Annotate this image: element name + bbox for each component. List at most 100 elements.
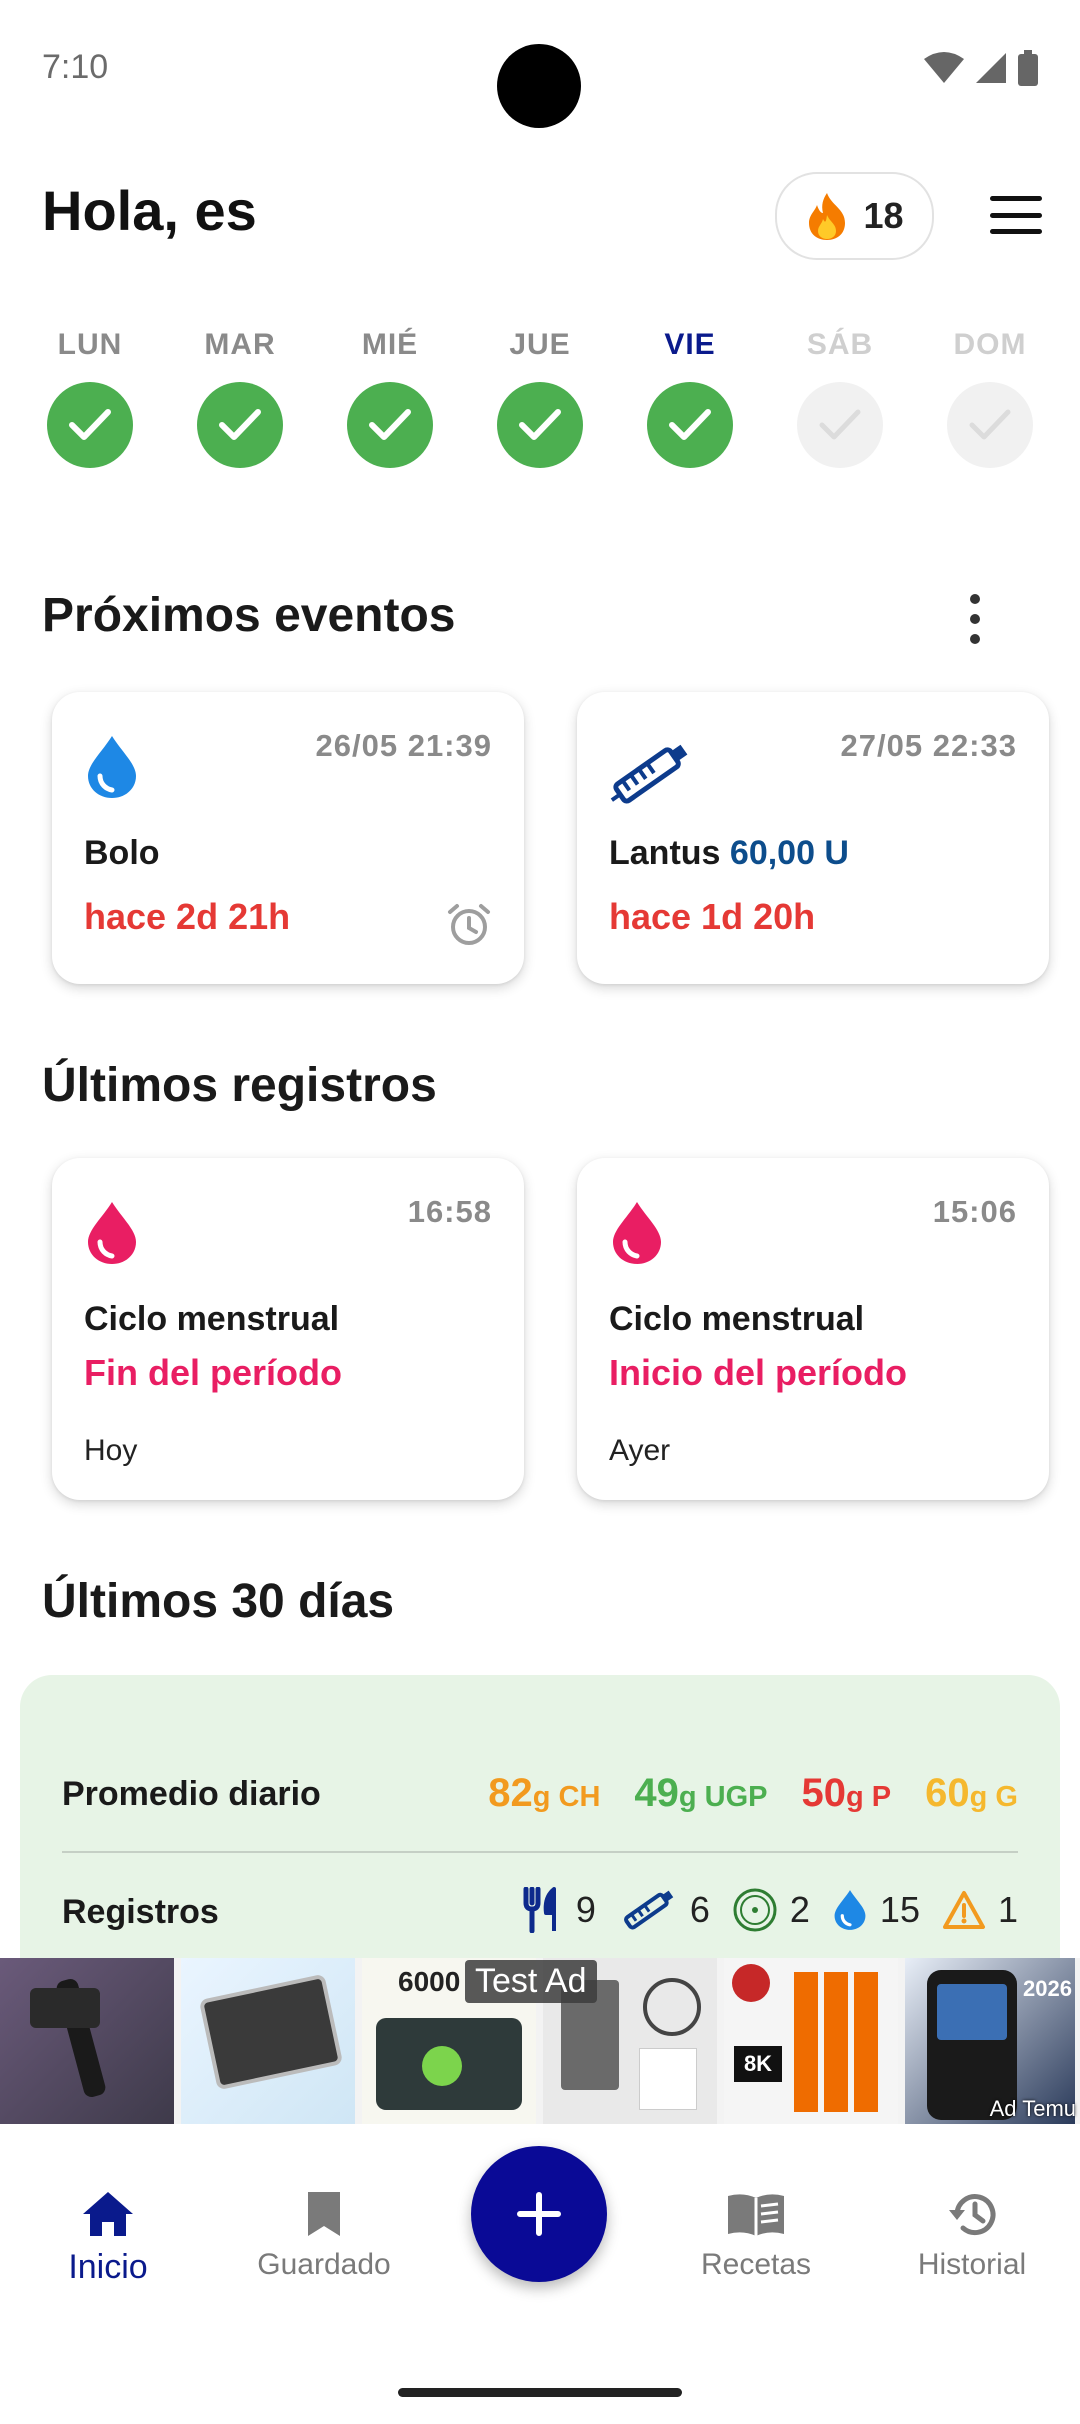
records-glucose: 15 (832, 1888, 920, 1932)
water-drop-icon (84, 734, 140, 805)
nav-label: Inicio (68, 2248, 148, 2286)
section-title-stats: Últimos 30 días (42, 1575, 395, 1628)
event-title: Lantus (609, 834, 721, 872)
record-time: 15:06 (932, 1194, 1017, 1229)
fire-icon (809, 193, 846, 240)
avg-protein: 50g P (801, 1771, 892, 1815)
status-icons (924, 50, 1038, 86)
daily-average: 82g CH 49g UGP 50g P 60g G (488, 1771, 1018, 1816)
records-counts: 9 6 2 15 1 (522, 1887, 1018, 1933)
record-subtitle: Fin del período (84, 1352, 342, 1393)
add-button[interactable] (471, 2146, 607, 2282)
record-day: Hoy (84, 1434, 138, 1467)
record-time: 16:58 (407, 1194, 492, 1229)
check-icon (497, 382, 583, 468)
day-thu[interactable]: JUE (465, 328, 615, 468)
record-title: Ciclo menstrual (609, 1300, 865, 1338)
event-relative-time: hace 2d 21h (84, 896, 291, 937)
camera-cutout (497, 44, 581, 128)
day-label: MIÉ (361, 328, 419, 361)
home-indicator[interactable] (398, 2388, 682, 2397)
avg-ugp: 49g UGP (634, 1771, 768, 1815)
nav-label: Historial (917, 2248, 1027, 2281)
avg-fat: 60g G (925, 1771, 1018, 1815)
records-meals: 9 (522, 1887, 596, 1933)
ad-product-tablet (181, 1958, 355, 2124)
week-streak: LUN MAR MIÉ JUE VIE SÁB DOM (15, 328, 1065, 468)
battery-icon (1018, 50, 1038, 86)
event-dose: 60,00 U (729, 834, 849, 872)
check-icon (47, 382, 133, 468)
record-subtitle: Inicio del período (609, 1352, 908, 1393)
ad-brand: Ad Temu (989, 2096, 1076, 2121)
greeting-title: Hola, es (42, 179, 257, 242)
day-label: JUE (509, 328, 571, 361)
wifi-icon (924, 52, 964, 83)
event-time: 27/05 22:33 (840, 728, 1017, 763)
nav-item-historial[interactable]: Historial (864, 2190, 1080, 2282)
alarm-icon[interactable] (446, 902, 492, 948)
event-time: 26/05 21:39 (315, 728, 492, 763)
book-icon (728, 2194, 784, 2236)
nav-item-inicio[interactable]: Inicio (0, 2190, 216, 2287)
streak-count: 18 (863, 195, 904, 236)
sensor-icon (733, 1888, 777, 1932)
day-label: MAR (204, 328, 276, 361)
plus-icon (517, 2192, 561, 2236)
water-drop-icon (834, 1890, 866, 1930)
ad-product-gimbal (0, 1958, 174, 2124)
records-insulin: 6 (618, 1887, 710, 1933)
records-sensor: 2 (732, 1887, 810, 1933)
day-label: LUN (57, 328, 123, 361)
menstrual-drop-icon (609, 1200, 665, 1271)
menu-icon[interactable] (990, 196, 1042, 234)
day-label: VIE (664, 328, 716, 361)
day-wed[interactable]: MIÉ (315, 328, 465, 468)
record-day: Ayer (609, 1434, 671, 1467)
signal-icon (976, 53, 1006, 83)
nav-label: Recetas (700, 2248, 812, 2281)
upcoming-card-bolo[interactable]: 26/05 21:39 Bolo hace 2d 21h (52, 692, 524, 984)
event-title-row: Lantus 60,00 U (609, 834, 849, 873)
home-icon (83, 2192, 133, 2236)
nav-item-guardado[interactable]: Guardado (216, 2190, 432, 2282)
check-icon (947, 382, 1033, 468)
latest-card-1[interactable]: 16:58 Ciclo menstrual Fin del período Ho… (52, 1158, 524, 1500)
latest-card-2[interactable]: 15:06 Ciclo menstrual Inicio del período… (577, 1158, 1049, 1500)
records-alerts: 1 (942, 1889, 1018, 1931)
check-icon (347, 382, 433, 468)
streak-badge[interactable]: 18 (775, 172, 934, 260)
event-title: Bolo (84, 834, 160, 872)
nav-label: Guardado (257, 2248, 391, 2281)
insulin-pen-icon (609, 734, 695, 815)
warning-icon (942, 1891, 985, 1929)
records-label: Registros (62, 1893, 219, 1931)
day-sun[interactable]: DOM (915, 328, 1065, 468)
avg-label: Promedio diario (62, 1775, 321, 1813)
nav-item-recetas[interactable]: Recetas (648, 2190, 864, 2282)
divider (62, 1851, 1018, 1853)
check-icon (197, 382, 283, 468)
day-fri[interactable]: VIE (615, 328, 765, 468)
stats-card[interactable]: Promedio diario 82g CH 49g UGP 50g P 60g… (20, 1675, 1060, 1995)
menstrual-drop-icon (84, 1200, 140, 1271)
upcoming-card-lantus[interactable]: 27/05 22:33 Lantus 60,00 U hace 1d 20h (577, 692, 1049, 984)
ad-product-glass: 8K (724, 1958, 898, 2124)
fork-knife-icon (523, 1887, 556, 1933)
check-icon (647, 382, 733, 468)
check-icon (797, 382, 883, 468)
ad-label: Test Ad (465, 1960, 597, 2003)
day-tue[interactable]: MAR (165, 328, 315, 468)
day-mon[interactable]: LUN (15, 328, 165, 468)
section-title-latest: Últimos registros (42, 1059, 437, 1112)
section-title-upcoming: Próximos eventos (42, 589, 456, 642)
avg-carbs: 82g CH (488, 1771, 601, 1815)
day-label: DOM (953, 328, 1027, 361)
history-icon (949, 2194, 996, 2236)
more-vert-icon[interactable] (960, 594, 990, 644)
day-sat[interactable]: SÁB (765, 328, 915, 468)
bookmark-icon (308, 2192, 340, 2236)
event-relative-time: hace 1d 20h (609, 896, 816, 937)
status-time: 7:10 (42, 48, 109, 86)
day-label: SÁB (806, 328, 874, 361)
